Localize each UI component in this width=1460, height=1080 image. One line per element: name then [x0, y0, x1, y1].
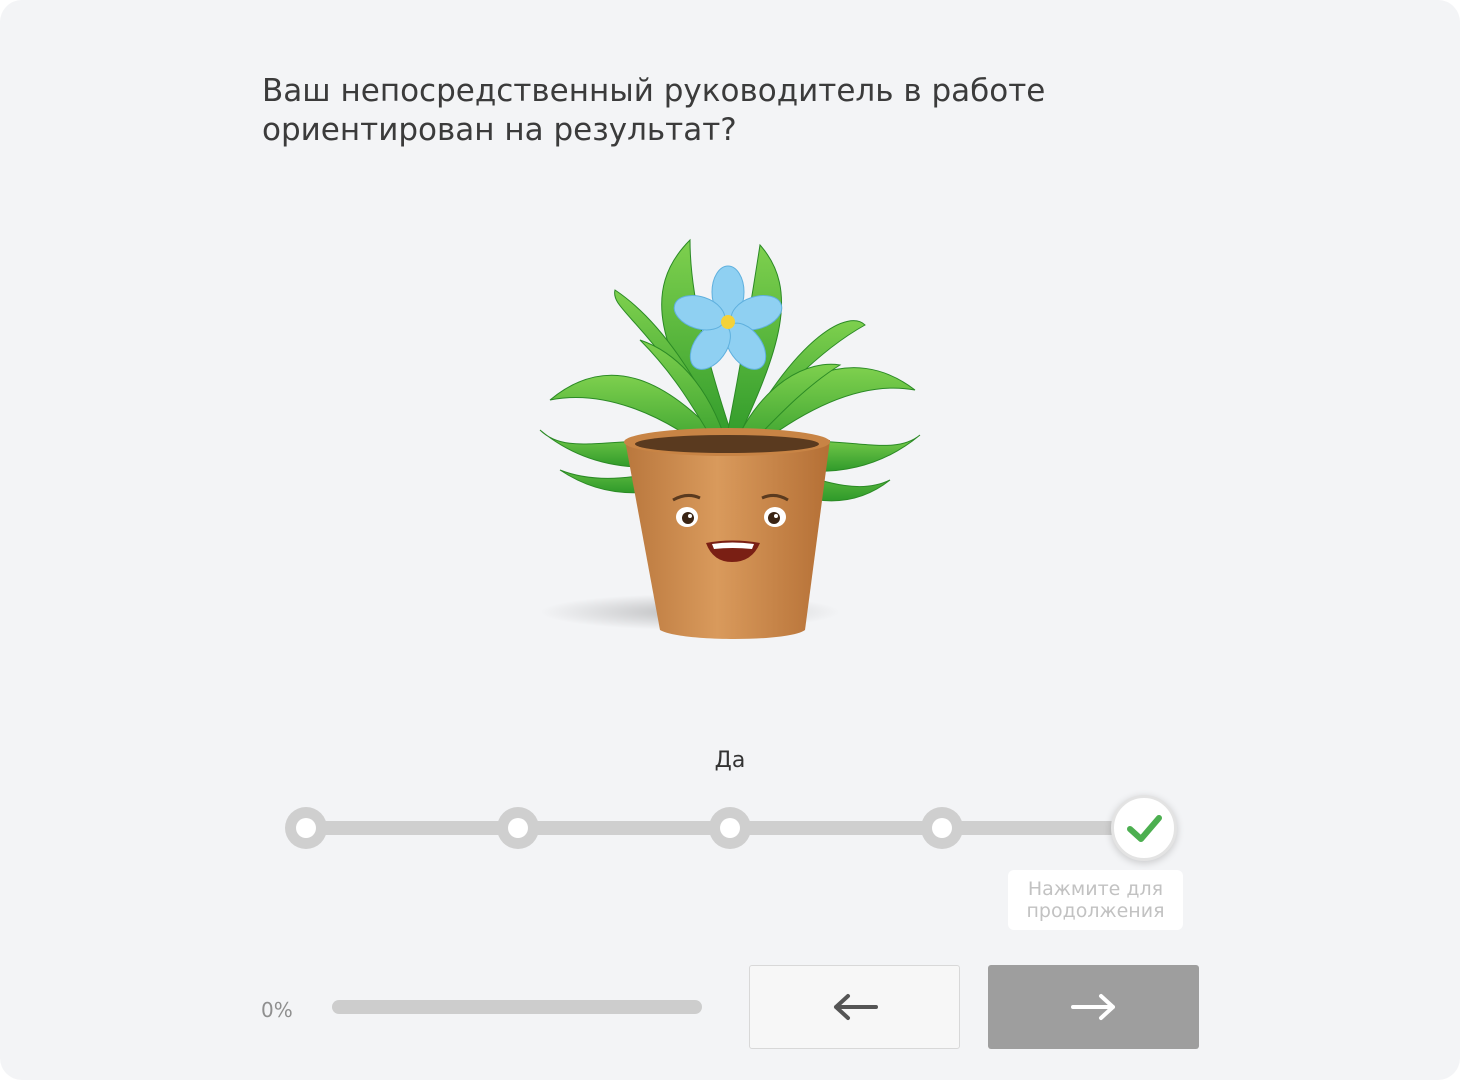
smiling-potted-plant-illustration: [539, 238, 921, 639]
scale-option-5-selected[interactable]: [1111, 795, 1177, 861]
progress-percent: 0%: [261, 998, 293, 1022]
selected-answer-label: Да: [714, 748, 746, 773]
progress-bar: [332, 1000, 702, 1014]
scale-option-4[interactable]: [921, 807, 963, 849]
back-button[interactable]: [749, 965, 960, 1049]
question-line-2: ориентирован на результат?: [262, 112, 737, 148]
arrow-left-icon: [833, 994, 878, 1020]
hint-line-1: Нажмите для: [1027, 878, 1164, 900]
scale-option-1[interactable]: [285, 807, 327, 849]
scale-option-2[interactable]: [497, 807, 539, 849]
continue-hint: Нажмите для продолжения: [1008, 870, 1183, 930]
survey-card: Ваш непосредственный руководитель в рабо…: [0, 0, 1460, 1080]
plant-illustration: [520, 230, 940, 650]
checkmark-icon: [1127, 815, 1162, 842]
arrow-right-icon: [1070, 994, 1115, 1020]
next-button[interactable]: [988, 965, 1199, 1049]
question-line-1: Ваш непосредственный руководитель в рабо…: [262, 73, 1046, 109]
answer-scale: [284, 795, 1184, 865]
question-text: Ваш непосредственный руководитель в рабо…: [262, 72, 1162, 150]
hint-line-2: продолжения: [1026, 900, 1165, 922]
scale-option-3[interactable]: [709, 807, 751, 849]
